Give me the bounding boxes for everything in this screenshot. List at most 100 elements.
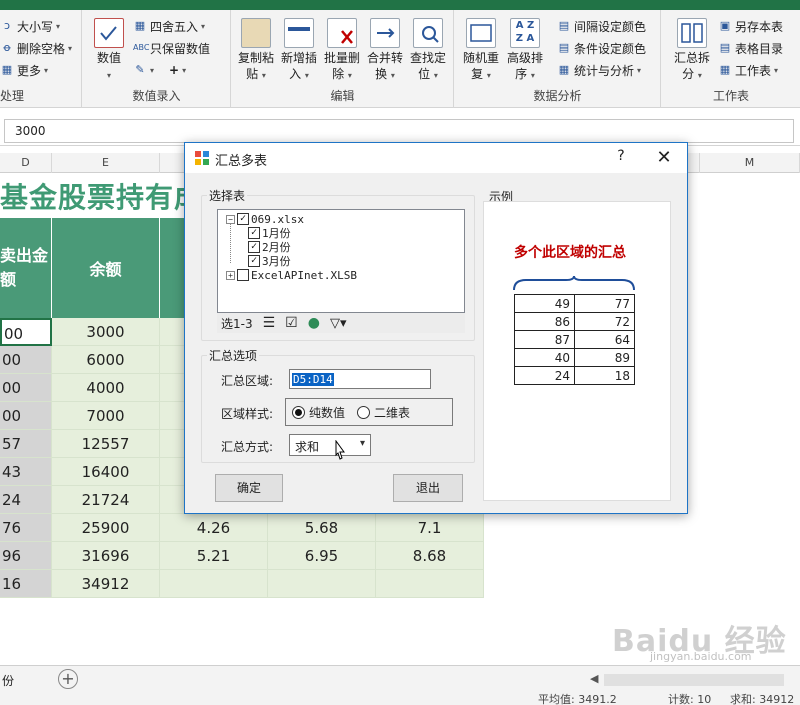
save-sheet-button[interactable]: ▣ 另存本表 [718,16,783,36]
cell-f[interactable] [160,570,268,598]
formula-input[interactable]: 3000 [4,119,794,143]
add-sheet-icon[interactable]: ● [308,315,320,331]
brace-icon [513,276,635,291]
cell-sell-amount[interactable]: 00 [0,374,52,402]
help-icon[interactable]: ? [613,148,629,164]
chevron-down-icon: ▾ [359,438,365,449]
ok-button[interactable]: 确定 [215,474,283,502]
style-radio-group: 纯数值 二维表 [285,398,453,426]
checkbox-checked[interactable]: ✓ [237,213,249,225]
cell-sell-amount[interactable]: 16 [0,570,52,598]
number-button[interactable]: 数值 ▾ [89,18,129,84]
select-sheets-label: 选择表 [207,187,248,204]
example-table: 49 77 86 72 87 64 40 89 24 18 [514,294,635,385]
tree-sheet-2[interactable]: ✓ 2月份 [248,240,291,254]
cell-g[interactable]: 5.68 [268,514,376,542]
number-tools[interactable]: ✎ ▾ + ▾ [133,60,186,80]
checkbox-unchecked[interactable] [237,269,249,281]
header-balance: 余额 [52,218,160,318]
cell-sell-amount[interactable]: 76 [0,514,52,542]
tree-file-excelapinet[interactable]: + ExcelAPInet.XLSB [226,268,357,282]
tree-sheet-3[interactable]: ✓ 3月份 [248,254,291,268]
tree-sheet-1[interactable]: ✓ 1月份 [248,226,291,240]
column-header-d[interactable]: D [0,153,52,173]
cell-sell-amount[interactable]: 57 [0,430,52,458]
cell-balance[interactable]: 4000 [52,374,160,402]
filter-icon[interactable]: ▽▾ [330,316,347,331]
radio-plain-values[interactable]: 纯数值 [292,404,345,421]
summary-split-button[interactable]: 汇总拆分 ▾ [672,18,712,84]
sheet-tab[interactable]: 份 [2,672,14,689]
cell-h[interactable]: 7.1 [376,514,484,542]
column-header-e[interactable]: E [52,153,160,173]
advanced-sort-button[interactable]: A ZZ A 高级排序 ▾ [505,18,545,84]
cell-sell-amount[interactable]: 00 [0,402,52,430]
cell-h[interactable]: 8.68 [376,542,484,570]
interval-color-button[interactable]: ▤ 间隔设定颜色 [557,16,646,36]
cell-g[interactable]: 6.95 [268,542,376,570]
add-sheet-icon[interactable]: + [58,669,78,689]
list-icon[interactable]: ☰ [263,315,276,331]
cell-f[interactable]: 4.26 [160,514,268,542]
scroll-left-icon[interactable]: ◀ [590,672,598,685]
cell-balance[interactable]: 34912 [52,570,160,598]
radio-2d-table[interactable]: 二维表 [357,404,410,421]
cell-h[interactable] [376,570,484,598]
round-icon: ▦ [134,19,146,32]
sheet-directory-button[interactable]: ▤ 表格目录 [718,38,783,58]
find-locate-button[interactable]: 查找定位 ▾ [408,18,448,84]
case-button[interactable]: ↄ 大小写 ▾ [0,16,60,36]
cell-balance[interactable]: 12557 [52,430,160,458]
cell-balance[interactable]: 31696 [52,542,160,570]
example-row: 87 64 [514,330,635,349]
style-label: 区域样式: [221,407,274,421]
column-header-m[interactable]: M [700,153,800,173]
cell-balance[interactable]: 21724 [52,486,160,514]
worksheet-button[interactable]: ▦ 工作表 ▾ [718,60,778,80]
expand-icon[interactable]: + [226,270,235,280]
abc-icon: ABC [133,43,150,52]
radio-unselected[interactable] [357,405,371,419]
sheet-title: 基金股票持有成 [0,181,204,214]
more-button[interactable]: ▦ 更多 ▾ [0,60,48,80]
values-only-button[interactable]: ABC 只保留数值 [133,38,210,58]
cell-sell-amount[interactable]: 96 [0,542,52,570]
batch-delete-button[interactable]: 批量删除 ▾ [322,18,362,84]
cell-balance[interactable]: 6000 [52,346,160,374]
close-icon[interactable]: ✕ [653,147,675,168]
method-select[interactable]: 求和 ▾ [289,434,371,456]
cell-g[interactable] [268,570,376,598]
cell-sell-amount[interactable]: 24 [0,486,52,514]
chevron-down-icon: ▾ [106,71,111,80]
radio-selected[interactable] [292,405,305,419]
cell-balance[interactable]: 7000 [52,402,160,430]
cell-f[interactable]: 5.21 [160,542,268,570]
checkbox-checked[interactable]: ✓ [248,227,260,239]
insert-button[interactable]: 新增插入 ▾ [279,18,319,84]
round-button[interactable]: ▦ 四舍五入 ▾ [133,16,205,36]
horizontal-scrollbar[interactable] [604,674,784,686]
conditional-color-button[interactable]: ▤ 条件设定颜色 [557,38,646,58]
cell-sell-amount[interactable]: 00 [0,346,52,374]
dialog-title: 汇总多表 [215,154,268,169]
statistics-button[interactable]: ▦ 统计与分析 ▾ [557,60,641,80]
chevron-down-icon: ▾ [182,65,187,75]
copy-paste-button[interactable]: 复制粘贴 ▾ [236,18,276,84]
random-repeat-button[interactable]: 随机重复 ▾ [461,18,501,84]
exit-button[interactable]: 退出 [393,474,463,502]
case-icon: ↄ [3,19,11,32]
cell-balance[interactable]: 16400 [52,458,160,486]
checkbox-checked[interactable]: ✓ [248,241,260,253]
example-title: 多个此区域的汇总 [514,245,626,261]
merge-convert-button[interactable]: 合并转换 ▾ [365,18,405,84]
cell-balance[interactable]: 3000 [52,318,160,346]
checkbox-checked[interactable]: ✓ [248,255,260,267]
trim-spaces-button[interactable]: ꝋ 删除空格 ▾ [0,38,72,58]
cell-sell-amount[interactable]: 00 [0,318,52,346]
delete-icon: ꝋ [3,41,11,54]
cell-balance[interactable]: 25900 [52,514,160,542]
cell-sell-amount[interactable]: 43 [0,458,52,486]
range-input[interactable]: D5:D14 [289,369,431,389]
tree-file-069[interactable]: − ✓ 069.xlsx [226,212,304,226]
check-all-icon[interactable]: ☑ [285,315,298,331]
